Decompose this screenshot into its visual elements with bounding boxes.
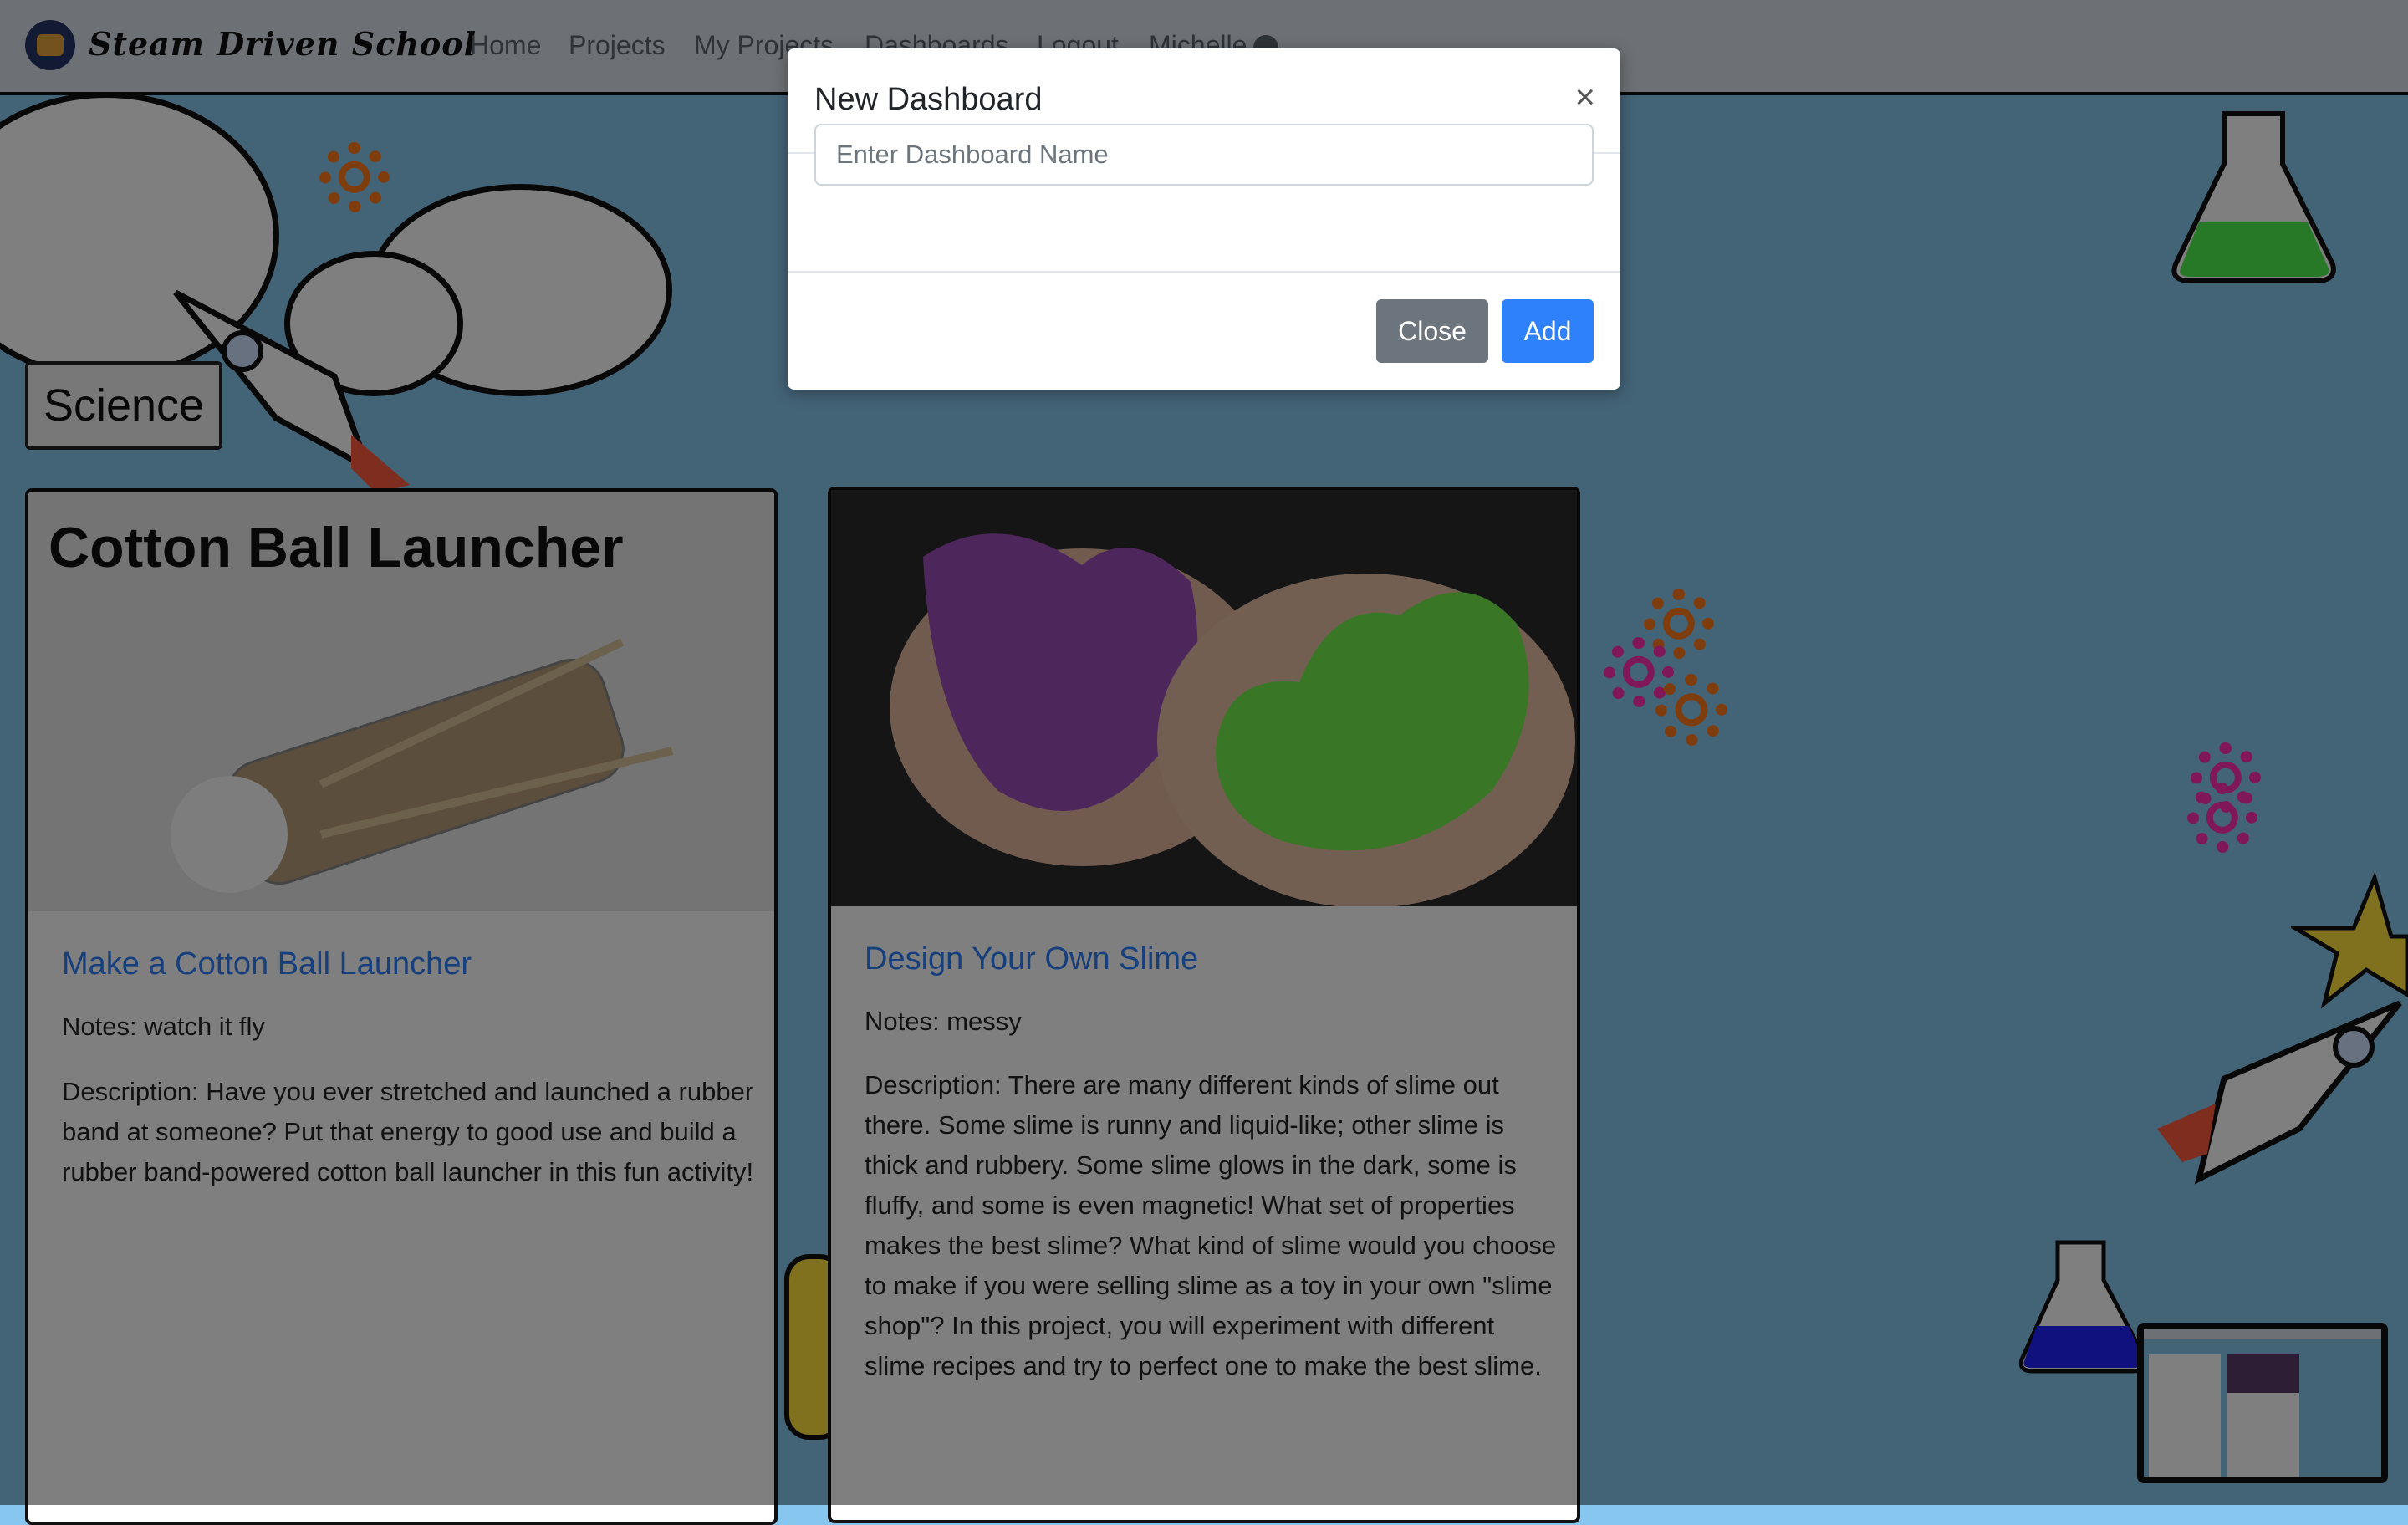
close-icon[interactable]: ×	[1574, 77, 1595, 117]
close-button[interactable]: Close	[1376, 299, 1488, 363]
modal-title: New Dashboard	[814, 82, 1043, 117]
new-dashboard-modal: New Dashboard × Close Add	[788, 48, 1620, 390]
add-button[interactable]: Add	[1502, 299, 1594, 363]
dashboard-name-input[interactable]	[814, 124, 1594, 186]
